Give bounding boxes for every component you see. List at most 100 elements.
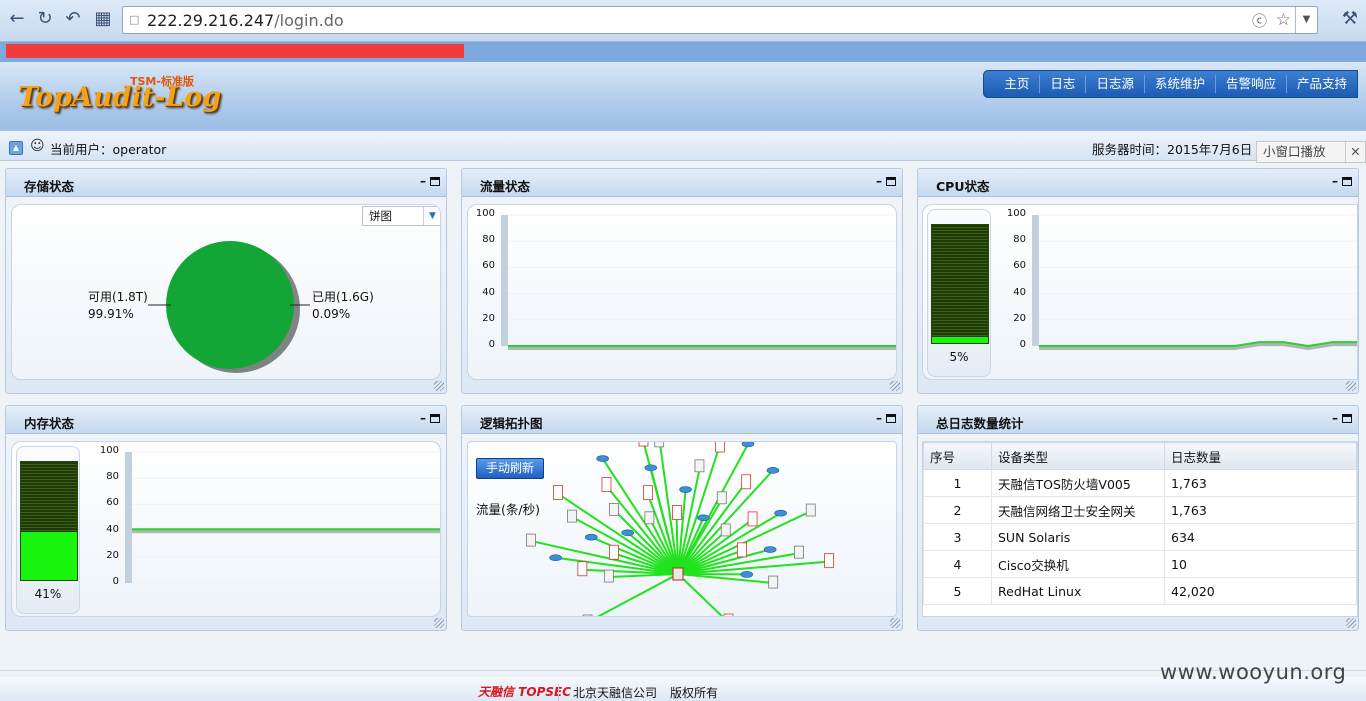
storage-panel: 存储状态 – 饼图 ▼ 可用(1.8T) 99.91% 已用(1.6G) 0.0… (5, 168, 447, 394)
log-stats-panel: 总日志数量统计 – 序号 设备类型 日志数量 1 天融信TOS防火墙V005 1… (917, 405, 1359, 631)
switch-node (644, 464, 658, 472)
switch-node (621, 529, 634, 537)
panel-header: CPU状态 – (918, 169, 1358, 197)
resize-handle[interactable] (1346, 618, 1356, 628)
maximize-icon[interactable] (430, 177, 440, 186)
reload-icon[interactable]: ↻ (34, 8, 56, 30)
switch-node (549, 554, 562, 562)
panel-header: 内存状态 – (6, 406, 446, 434)
used-label: 已用(1.6G) (312, 290, 374, 304)
traffic-line-chart (501, 214, 896, 350)
topology-diagram[interactable] (468, 442, 897, 616)
switch-node (766, 467, 780, 474)
nav-item-logs[interactable]: 日志 (1040, 75, 1087, 93)
panel-title: 流量状态 (480, 179, 531, 194)
close-icon[interactable]: ✕ (1345, 142, 1365, 162)
counter-node (609, 544, 619, 560)
counter-node (737, 542, 747, 558)
available-label: 可用(1.8T) (88, 290, 148, 304)
column-header[interactable]: 日志数量 (1164, 442, 1357, 470)
memory-chart-area: 41% 100 80 60 40 20 0 (11, 441, 441, 617)
resize-handle[interactable] (890, 381, 900, 391)
popout-window-button[interactable]: 小窗口播放 ✕ (1256, 141, 1366, 163)
axis-bar (501, 215, 508, 346)
app-logo: TopAudit-Log (18, 82, 222, 113)
device-type: 天融信TOS防火墙V005 (991, 469, 1165, 497)
column-header[interactable]: 序号 (923, 442, 992, 470)
collapse-icon[interactable]: ▲ (9, 141, 23, 155)
star-icon[interactable]: ☆ (1276, 10, 1291, 30)
row-index: 4 (923, 550, 992, 578)
row-index: 2 (923, 496, 992, 524)
memory-line-chart (125, 451, 440, 584)
panel-header: 总日志数量统计 – (918, 406, 1358, 434)
nav-item-log-sources[interactable]: 日志源 (1086, 75, 1145, 93)
table-row[interactable]: 5 RedHat Linux 42,020 (923, 577, 1357, 605)
resize-handle[interactable] (890, 618, 900, 628)
nav-item-support[interactable]: 产品支持 (1287, 75, 1357, 93)
counter-node (601, 477, 612, 492)
nav-item-maintenance[interactable]: 系统维护 (1145, 75, 1216, 93)
counter-node (747, 511, 758, 527)
traffic-chart-area: 100 80 60 40 20 0 (467, 204, 897, 380)
switch-node (774, 509, 787, 517)
topology-link (572, 516, 679, 575)
minimize-icon[interactable]: – (876, 411, 882, 425)
device-type: SUN Solaris (991, 523, 1165, 551)
counter-node (741, 474, 752, 490)
server-node (768, 575, 779, 589)
url-text: 222.29.216.247/login.do (147, 11, 344, 30)
minimize-icon[interactable]: – (420, 174, 426, 188)
topology-link (677, 573, 774, 585)
compat-icon[interactable]: ⓒ (1252, 10, 1267, 31)
wrench-icon[interactable]: ⚒ (1342, 8, 1358, 29)
minimize-icon[interactable]: – (420, 411, 426, 425)
column-header[interactable]: 设备类型 (991, 442, 1165, 470)
traffic-panel: 流量状态 – 100 80 60 40 20 0 (461, 168, 903, 394)
server-node (794, 545, 804, 559)
hub-node (672, 567, 684, 581)
switch-node (697, 514, 710, 522)
apps-icon[interactable]: ▦ (92, 8, 114, 30)
server-node (654, 442, 665, 448)
maximize-icon[interactable] (886, 177, 896, 186)
chevron-down-icon[interactable]: ▼ (1295, 7, 1317, 33)
row-index: 3 (923, 523, 992, 551)
table-row[interactable]: 2 天融信网络卫士安全网关 1,763 (923, 496, 1357, 524)
address-bar[interactable]: □ 222.29.216.247/login.do ⓒ ☆ ▼ (122, 6, 1318, 34)
switch-node (740, 571, 754, 578)
server-time: 服务器时间：2015年7月6日 2 (1092, 142, 1265, 157)
switch-node (741, 442, 755, 448)
minimize-icon[interactable]: – (1332, 411, 1338, 425)
table-row[interactable]: 3 SUN Solaris 634 (923, 523, 1357, 551)
page-icon: □ (129, 13, 140, 26)
switch-node (585, 533, 598, 541)
used-percent: 0.09% (312, 307, 351, 321)
panel-title: 存储状态 (24, 179, 75, 194)
server-node (716, 491, 727, 505)
memory-panel: 内存状态 – 41% 100 80 60 40 20 0 (5, 405, 447, 631)
cpu-panel: CPU状态 – 5% 100 80 60 40 20 0 (917, 168, 1359, 394)
resize-handle[interactable] (434, 618, 444, 628)
maximize-icon[interactable] (1342, 177, 1352, 186)
maximize-icon[interactable] (1342, 414, 1352, 423)
panel-title: 总日志数量统计 (936, 416, 1024, 431)
maximize-icon[interactable] (430, 414, 440, 423)
table-row[interactable]: 4 Cisco交换机 10 (923, 550, 1357, 578)
resize-handle[interactable] (434, 381, 444, 391)
log-count: 42,020 (1164, 577, 1357, 605)
nav-item-home[interactable]: 主页 (994, 75, 1041, 93)
undo-icon[interactable]: ↶ (62, 8, 84, 30)
available-percent: 99.91% (88, 307, 134, 321)
resize-handle[interactable] (1346, 381, 1356, 391)
counter-node (553, 485, 563, 500)
topology-links (531, 442, 829, 616)
minimize-icon[interactable]: – (876, 174, 882, 188)
minimize-icon[interactable]: – (1332, 174, 1338, 188)
back-icon[interactable]: ← (6, 8, 28, 30)
nav-item-alerts[interactable]: 告警响应 (1216, 75, 1287, 93)
table-row[interactable]: 1 天融信TOS防火墙V005 1,763 (923, 469, 1357, 497)
maximize-icon[interactable] (886, 414, 896, 423)
panel-title: 逻辑拓扑图 (480, 416, 543, 431)
log-count: 10 (1164, 550, 1357, 578)
